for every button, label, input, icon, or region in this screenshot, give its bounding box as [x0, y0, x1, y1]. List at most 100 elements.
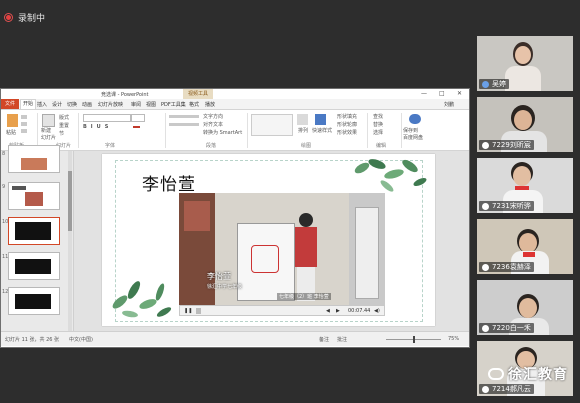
cloud-icon[interactable] [409, 114, 421, 124]
thumbnail-scrollbar[interactable] [68, 151, 72, 331]
participant-name: 7236袁赫泽 [492, 263, 531, 271]
tab-animations[interactable]: 动画 [82, 101, 92, 108]
language-indicator: 中文(中国) [69, 337, 93, 343]
participant-tile[interactable]: 7220白一禾 [477, 280, 573, 335]
find-button[interactable]: 查找 [373, 113, 383, 120]
slide-canvas: 李怡萱 李怡萱 徐汇中学七年级 七年级（2）班 李怡萱 ❚❚ ◀ ▶ 00:07… [74, 151, 469, 331]
record-icon [4, 12, 13, 22]
paste-label: 粘贴 [6, 130, 17, 136]
participant-tile[interactable]: 7229刘昕宸 [477, 97, 573, 152]
new-slide-icon[interactable] [42, 114, 55, 127]
slide-title: 李怡萱 [142, 175, 196, 195]
group-editing: 编辑 [376, 143, 387, 149]
user-icon [482, 202, 489, 210]
pause-icon[interactable]: ❚❚ [184, 308, 192, 314]
maximize-icon[interactable]: □ [439, 90, 445, 97]
user-icon [482, 385, 489, 393]
smartart-button[interactable]: 转换为 SmartArt [203, 129, 242, 136]
participant-name: 7220白一禾 [492, 324, 531, 332]
minimize-icon[interactable]: — [421, 90, 427, 97]
layout-button[interactable]: 版式 [59, 114, 69, 121]
tab-playback[interactable]: 播放 [205, 101, 215, 108]
text-direction-button[interactable]: 文字方向 [203, 113, 223, 120]
font-style-buttons[interactable]: BIUS [83, 124, 112, 130]
tab-review[interactable]: 审阅 [131, 101, 141, 108]
paste-icon[interactable] [7, 114, 18, 127]
shape-effects-button[interactable]: 形状效果 [337, 129, 357, 136]
shapes-gallery[interactable] [251, 114, 293, 136]
alignment-icon[interactable] [169, 123, 199, 126]
user-icon [482, 141, 489, 149]
watermark-text: 徐汇教育 [508, 367, 568, 383]
font-name-select[interactable] [83, 114, 131, 122]
zoom-slider-thumb[interactable] [413, 336, 415, 343]
quick-styles-icon[interactable] [315, 114, 326, 125]
participant-tile[interactable]: 7231宋听骅 [477, 158, 573, 213]
user-icon [482, 80, 489, 88]
participant-tile[interactable]: 7236袁赫泽 [477, 219, 573, 274]
next-frame-icon[interactable]: ▶ [336, 308, 340, 314]
slide-thumbnail[interactable] [8, 252, 60, 280]
slide-info: 幻灯片 11 张，共 26 张 [5, 337, 60, 343]
font-color-icon[interactable] [133, 126, 140, 128]
tab-file[interactable]: 文件 [1, 99, 20, 109]
shape-fill-button[interactable]: 形状填充 [337, 113, 357, 120]
tab-view[interactable]: 视图 [146, 101, 156, 108]
embedded-video[interactable]: 李怡萱 徐汇中学七年级 七年级（2）班 李怡萱 [179, 193, 385, 305]
context-tab-label: 视频工具 [183, 89, 214, 99]
share-label: 保存到 百度网盘 [403, 128, 424, 141]
recording-status: 录制中 [18, 13, 46, 24]
comments-button[interactable]: 批注 [337, 336, 347, 343]
section-button[interactable]: 节 [59, 130, 64, 137]
user-icon [482, 263, 489, 271]
tab-slideshow[interactable]: 幻灯片放映 [98, 101, 123, 108]
notes-button[interactable]: 备注 [319, 336, 329, 343]
recording-indicator: 录制中 [4, 10, 45, 24]
user-name: 刘鹏 [444, 102, 455, 108]
bullets-icon[interactable] [169, 115, 199, 118]
select-button[interactable]: 选择 [373, 129, 383, 136]
format-painter-icon[interactable] [21, 129, 27, 133]
title-bar: 竞选课 - PowerPoint 视频工具 — □ ✕ [1, 89, 469, 99]
reset-button[interactable]: 重置 [59, 122, 69, 129]
prev-frame-icon[interactable]: ◀ [326, 308, 330, 314]
align-text-button[interactable]: 对齐文本 [203, 121, 223, 128]
font-size-select[interactable] [131, 114, 145, 122]
participant-name: 吴婷 [492, 80, 506, 88]
arrange-label: 排列 [298, 128, 309, 134]
progress-bar[interactable] [196, 308, 201, 314]
tab-design[interactable]: 设计 [52, 101, 62, 108]
close-icon[interactable]: ✕ [457, 90, 462, 97]
shape-outline-button[interactable]: 形状轮廓 [337, 121, 357, 128]
group-paragraph: 段落 [206, 143, 217, 149]
arrange-icon[interactable] [297, 114, 308, 125]
slide-thumbnail[interactable] [8, 145, 60, 173]
slide-thumbnail[interactable] [8, 287, 60, 315]
tab-format[interactable]: 格式 [189, 101, 199, 108]
participant-name: 7229刘昕宸 [492, 141, 531, 149]
tab-home[interactable]: 开始 [20, 99, 37, 109]
meeting-window: 录制中 竞选课 - PowerPoint 视频工具 — □ ✕ 文件 开始 插入… [0, 0, 580, 403]
powerpoint-window: 竞选课 - PowerPoint 视频工具 — □ ✕ 文件 开始 插入 设计 … [0, 88, 470, 348]
replace-button[interactable]: 替换 [373, 121, 383, 128]
watermark: 徐汇教育 [488, 364, 568, 384]
current-slide[interactable]: 李怡萱 李怡萱 徐汇中学七年级 七年级（2）班 李怡萱 ❚❚ ◀ ▶ 00:07… [102, 154, 435, 326]
slide-thumbnail-selected[interactable] [8, 217, 60, 245]
zoom-level: 75% [448, 336, 460, 342]
ribbon-tabs: 文件 开始 插入 设计 切换 动画 幻灯片放映 审阅 视图 PDF工具集 格式 … [1, 99, 469, 110]
cut-icon[interactable] [21, 115, 27, 119]
tab-pdf[interactable]: PDF工具集 [161, 101, 186, 108]
tab-transitions[interactable]: 切换 [67, 101, 77, 108]
volume-icon[interactable]: ◀) [374, 308, 380, 314]
participant-tile[interactable]: 吴婷 [477, 36, 573, 91]
window-title: 竞选课 - PowerPoint [101, 92, 149, 98]
group-drawing: 绘图 [301, 143, 312, 149]
new-slide-label: 新建 幻灯片 [41, 128, 57, 141]
copy-icon[interactable] [21, 122, 27, 126]
video-caption-class: 七年级（2）班 李怡萱 [277, 293, 331, 300]
slide-thumbnail[interactable] [8, 182, 60, 210]
video-time: 00:07.44 [348, 308, 371, 314]
tab-insert[interactable]: 插入 [37, 101, 47, 108]
slide-thumbnails: 8 9 10 11 12 [1, 145, 74, 331]
user-icon [482, 324, 489, 332]
